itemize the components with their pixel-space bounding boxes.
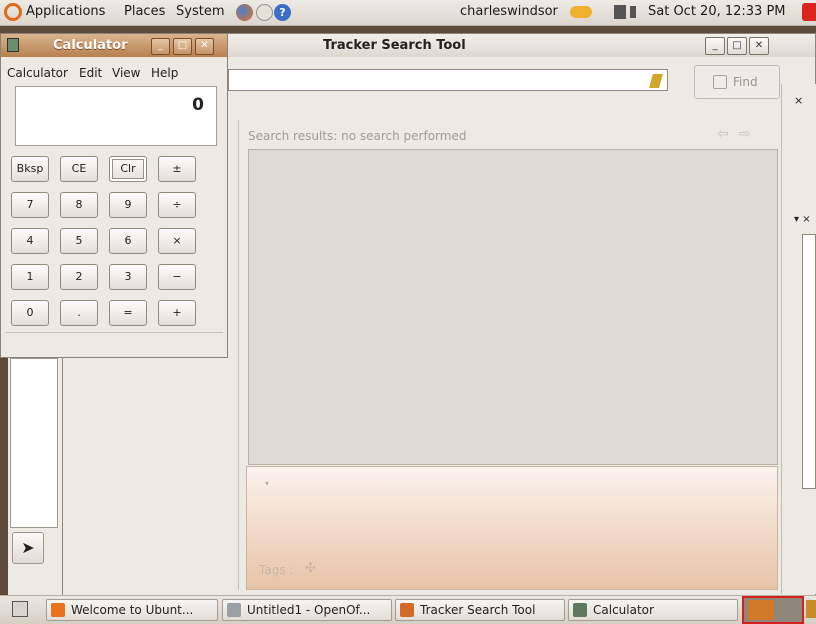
tracker-icon — [400, 603, 414, 617]
workspace-1-icon[interactable] — [748, 600, 774, 620]
results-pane — [248, 149, 778, 465]
menu-system[interactable]: System — [176, 4, 224, 19]
firefox-icon — [51, 603, 65, 617]
calc-key-5[interactable]: 8 — [60, 192, 98, 218]
search-input[interactable] — [228, 69, 668, 91]
switch-user-icon[interactable] — [570, 6, 592, 18]
display-value: 0 — [192, 95, 204, 115]
expand-icon[interactable]: ▾ × — [794, 214, 811, 225]
calculator-icon — [573, 603, 587, 617]
calc-key-2[interactable]: Clr — [109, 156, 147, 182]
workspace-switcher[interactable] — [742, 596, 804, 624]
tracker-maximize-button[interactable]: □ — [727, 37, 747, 55]
calculator-close-button[interactable]: ✕ — [195, 38, 214, 55]
calc-key-7[interactable]: ÷ — [158, 192, 196, 218]
calc-key-6[interactable]: 9 — [109, 192, 147, 218]
calc-key-12[interactable]: 1 — [11, 264, 49, 290]
menu-calculator[interactable]: Calculator — [7, 66, 68, 80]
task-label: Welcome to Ubunt... — [71, 603, 194, 617]
add-tag-icon[interactable]: ✣ — [305, 561, 316, 576]
menu-view[interactable]: View — [112, 66, 140, 80]
calc-key-9[interactable]: 5 — [60, 228, 98, 254]
ubuntu-logo-icon[interactable] — [4, 3, 22, 21]
calc-key-0[interactable]: Bksp — [11, 156, 49, 182]
calc-key-16[interactable]: 0 — [11, 300, 49, 326]
bottom-panel: Welcome to Ubunt... Untitled1 - OpenOf...… — [0, 595, 816, 624]
calculator-status-bar — [5, 332, 223, 351]
find-label: Find — [733, 75, 758, 89]
calc-key-14[interactable]: 3 — [109, 264, 147, 290]
clock[interactable]: Sat Oct 20, 12:33 PM — [648, 4, 786, 19]
pointer-tool-button[interactable]: ➤ — [12, 532, 44, 564]
back-arrow-icon[interactable]: ⇦ — [717, 126, 729, 142]
tags-panel: ▾ Tags : ✣ — [246, 466, 778, 590]
calc-key-8[interactable]: 4 — [11, 228, 49, 254]
tracker-close-button[interactable]: ✕ — [749, 37, 769, 55]
find-icon — [713, 75, 727, 89]
task-button-3[interactable]: Calculator — [568, 599, 738, 621]
calc-key-18[interactable]: = — [109, 300, 147, 326]
tags-label: Tags : — [259, 563, 294, 577]
top-panel: Applications Places System ? charleswind… — [0, 0, 816, 26]
menu-help[interactable]: Help — [151, 66, 178, 80]
calculator-minimize-button[interactable]: _ — [151, 38, 170, 55]
tracker-title: Tracker Search Tool — [323, 38, 466, 53]
task-button-1[interactable]: Untitled1 - OpenOf... — [222, 599, 392, 621]
calc-key-1[interactable]: CE — [60, 156, 98, 182]
calc-key-3[interactable]: ± — [158, 156, 196, 182]
calc-key-17[interactable]: . — [60, 300, 98, 326]
help-launcher-icon[interactable]: ? — [274, 4, 291, 21]
task-label: Calculator — [593, 603, 654, 617]
user-name[interactable]: charleswindsor — [460, 4, 558, 19]
calculator-display: 0 — [15, 86, 217, 146]
calculator-titlebar[interactable]: Calculator _ □ ✕ — [1, 34, 227, 57]
mail-launcher-icon[interactable] — [256, 4, 273, 21]
show-desktop-icon[interactable] — [12, 601, 28, 617]
side-scrollbar[interactable] — [802, 234, 816, 489]
task-label: Untitled1 - OpenOf... — [247, 603, 371, 617]
file-list-area — [10, 358, 58, 528]
calc-key-10[interactable]: 6 — [109, 228, 147, 254]
shutdown-icon[interactable] — [802, 3, 816, 21]
calculator-title: Calculator — [53, 38, 128, 53]
side-panel-right: × ▾ × — [781, 84, 816, 594]
network-icon[interactable] — [614, 5, 626, 19]
calculator-maximize-button[interactable]: □ — [173, 38, 192, 55]
trash-icon[interactable] — [806, 600, 816, 618]
calculator-app-icon — [7, 38, 19, 52]
menu-places[interactable]: Places — [124, 4, 165, 19]
find-button[interactable]: Find — [694, 65, 780, 99]
task-button-2[interactable]: Tracker Search Tool — [395, 599, 565, 621]
document-icon — [227, 603, 241, 617]
task-label: Tracker Search Tool — [420, 603, 536, 617]
calculator-window: Calculator _ □ ✕ Calculator Edit View He… — [0, 33, 228, 358]
results-status: Search results: no search performed — [248, 129, 467, 143]
close-icon[interactable]: × — [794, 94, 803, 107]
volume-icon[interactable] — [630, 6, 642, 18]
calc-key-11[interactable]: × — [158, 228, 196, 254]
menu-applications[interactable]: Applications — [26, 4, 105, 19]
firefox-launcher-icon[interactable] — [236, 4, 253, 21]
forward-arrow-icon[interactable]: ⇨ — [739, 126, 751, 142]
calc-key-13[interactable]: 2 — [60, 264, 98, 290]
calc-key-15[interactable]: − — [158, 264, 196, 290]
calc-key-19[interactable]: + — [158, 300, 196, 326]
tracker-minimize-button[interactable]: _ — [705, 37, 725, 55]
menu-edit[interactable]: Edit — [79, 66, 102, 80]
task-button-0[interactable]: Welcome to Ubunt... — [46, 599, 218, 621]
calc-key-4[interactable]: 7 — [11, 192, 49, 218]
chevron-down-icon[interactable]: ▾ — [265, 479, 269, 488]
